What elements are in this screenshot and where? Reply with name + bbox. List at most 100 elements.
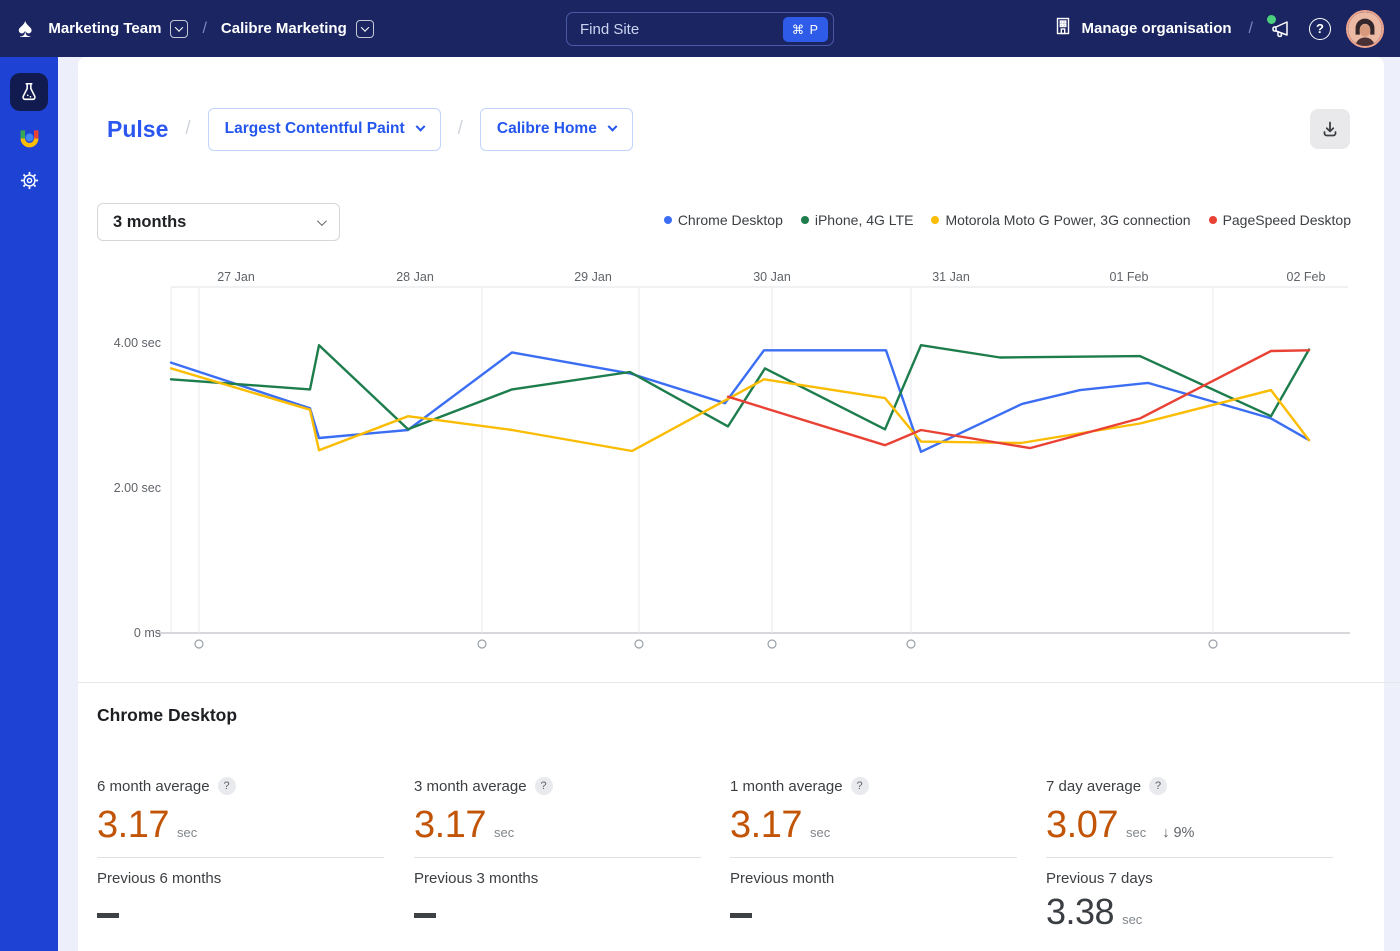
site-switcher[interactable]: Calibre Marketing (221, 20, 374, 38)
chevron-down-icon (170, 20, 188, 38)
stat-divider (97, 857, 384, 858)
stat-prev-label: Previous 3 months (414, 870, 701, 887)
annotation-marker[interactable] (1209, 640, 1217, 648)
annotation-marker[interactable] (635, 640, 643, 648)
stat-delta: ↓ 9% (1162, 825, 1194, 841)
page-dropdown-label: Calibre Home (497, 120, 597, 138)
stat-value: 3.07 (1046, 804, 1118, 847)
calibre-app: ♠ Marketing Team / Calibre Marketing Fin… (0, 0, 1400, 951)
chevron-down-icon (607, 121, 617, 131)
y-tick-label: 0 ms (134, 626, 161, 640)
annotation-marker[interactable] (195, 640, 203, 648)
metric-dropdown[interactable]: Largest Contentful Paint (208, 108, 441, 151)
breadcrumb-separator: / (202, 20, 206, 38)
stat-prev-label: Previous 7 days (1046, 870, 1333, 887)
team-name: Marketing Team (48, 20, 161, 37)
help-icon[interactable]: ? (1149, 777, 1167, 795)
stat-label: 6 month average (97, 778, 210, 795)
page-title: Pulse (107, 116, 168, 143)
chart-legend: Chrome Desktop iPhone, 4G LTE Motorola M… (664, 212, 1351, 228)
separator: / (1249, 20, 1253, 38)
stat-card-7-day: 7 day average ? 3.07 sec ↓ 9% Previous 7… (1046, 777, 1333, 933)
stat-value: 3.17 (730, 804, 802, 847)
chrome-ux-logo-icon (18, 127, 41, 150)
chevron-down-icon (415, 121, 425, 131)
legend-item-pagespeed[interactable]: PageSpeed Desktop (1209, 212, 1351, 228)
stat-card-6-month: 6 month average ? 3.17 sec Previous 6 mo… (97, 777, 384, 918)
page-header: Pulse / Largest Contentful Paint / Calib… (107, 107, 633, 151)
stat-unit: sec (177, 825, 197, 840)
x-tick-label: 31 Jan (932, 270, 970, 284)
gear-icon (19, 170, 40, 191)
team-switcher[interactable]: Marketing Team (48, 20, 188, 38)
x-tick-label: 29 Jan (574, 270, 612, 284)
download-button[interactable] (1310, 109, 1350, 149)
help-icon[interactable]: ? (535, 777, 553, 795)
help-icon: ? (1309, 18, 1331, 40)
x-tick-label: 27 Jan (217, 270, 255, 284)
stat-value: 3.17 (414, 804, 486, 847)
chevron-down-icon (356, 20, 374, 38)
stat-label: 1 month average (730, 778, 843, 795)
help-icon[interactable]: ? (218, 777, 236, 795)
annotation-marker[interactable] (907, 640, 915, 648)
stat-label: 7 day average (1046, 778, 1141, 795)
series-pagespeed-desktop (728, 350, 1309, 448)
separator: / (458, 118, 463, 140)
legend-dot (931, 216, 939, 224)
y-tick-label: 2.00 sec (114, 481, 161, 495)
flask-icon (18, 81, 40, 103)
sidebar-item-settings[interactable] (10, 165, 48, 195)
legend-item-motorola[interactable]: Motorola Moto G Power, 3G connection (931, 212, 1190, 228)
stat-prev-value: 3.38 (1046, 891, 1114, 933)
annotation-marker[interactable] (478, 640, 486, 648)
announcements-button[interactable] (1270, 18, 1294, 40)
stat-card-3-month: 3 month average ? 3.17 sec Previous 3 mo… (414, 777, 701, 918)
section-divider (78, 682, 1400, 683)
x-tick-label: 30 Jan (753, 270, 791, 284)
download-icon (1320, 119, 1340, 139)
help-icon[interactable]: ? (851, 777, 869, 795)
chevron-down-icon (317, 216, 327, 226)
stat-prev-label: Previous month (730, 870, 1017, 887)
stat-prev-label: Previous 6 months (97, 870, 384, 887)
find-site-input[interactable]: Find Site ⌘ P (566, 12, 834, 46)
manage-organisation-button[interactable]: Manage organisation (1053, 16, 1232, 41)
legend-label: Motorola Moto G Power, 3G connection (945, 212, 1190, 228)
site-name: Calibre Marketing (221, 20, 347, 37)
calibre-logo-icon[interactable]: ♠ (18, 15, 32, 42)
date-range-value: 3 months (113, 213, 317, 232)
help-button[interactable]: ? (1309, 18, 1331, 40)
stat-card-1-month: 1 month average ? 3.17 sec Previous mont… (730, 777, 1017, 918)
manage-organisation-label: Manage organisation (1082, 20, 1232, 37)
no-data-dash (730, 913, 752, 918)
date-range-select[interactable]: 3 months (97, 203, 340, 241)
metric-dropdown-label: Largest Contentful Paint (225, 120, 405, 138)
sidebar (0, 57, 58, 951)
notification-dot (1267, 15, 1276, 24)
pulse-chart: 27 Jan 28 Jan 29 Jan 30 Jan 31 Jan 01 Feb 02 F… (95, 262, 1360, 662)
no-data-dash (97, 913, 119, 918)
search-placeholder: Find Site (580, 21, 783, 38)
y-tick-label: 4.00 sec (114, 336, 161, 350)
x-tick-label: 01 Feb (1110, 270, 1149, 284)
series-iphone-4g-lte (171, 345, 1309, 429)
avatar[interactable] (1346, 10, 1384, 48)
legend-label: PageSpeed Desktop (1223, 212, 1351, 228)
keyboard-shortcut-badge: ⌘ P (783, 17, 828, 42)
stat-value: 3.17 (97, 804, 169, 847)
legend-item-chrome-desktop[interactable]: Chrome Desktop (664, 212, 783, 228)
sidebar-item-tests-active[interactable] (10, 73, 48, 111)
stat-divider (730, 857, 1017, 858)
page-dropdown[interactable]: Calibre Home (480, 108, 633, 151)
topbar-right: Manage organisation / ? (1053, 10, 1384, 48)
sidebar-item-chrome-ux[interactable] (10, 123, 48, 153)
stat-unit: sec (494, 825, 514, 840)
annotation-marker[interactable] (768, 640, 776, 648)
x-tick-label: 02 Feb (1287, 270, 1326, 284)
x-tick-label: 28 Jan (396, 270, 434, 284)
legend-item-iphone[interactable]: iPhone, 4G LTE (801, 212, 914, 228)
legend-dot (1209, 216, 1217, 224)
stat-label: 3 month average (414, 778, 527, 795)
stat-divider (414, 857, 701, 858)
